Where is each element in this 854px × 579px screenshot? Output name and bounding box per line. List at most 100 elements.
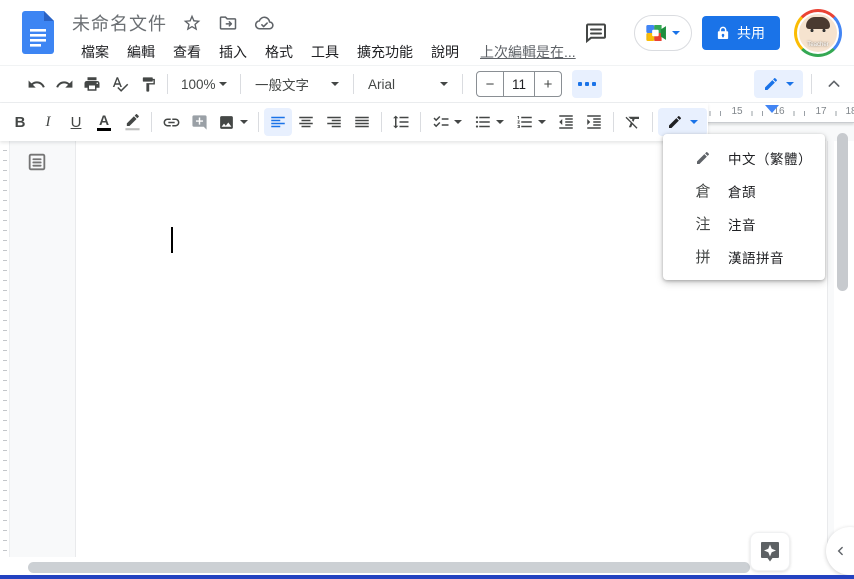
clear-formatting-button[interactable] <box>619 108 647 136</box>
decrease-indent-button[interactable] <box>552 108 580 136</box>
bulleted-list-button[interactable] <box>468 108 510 136</box>
menu-item-zhuyin[interactable]: 注 注音 <box>663 207 825 240</box>
increase-indent-button[interactable] <box>580 108 608 136</box>
align-center-button[interactable] <box>292 108 320 136</box>
checklist-caret-icon <box>454 120 462 124</box>
justify-button[interactable] <box>348 108 376 136</box>
share-button[interactable]: 共用 <box>702 16 780 50</box>
paint-format-button[interactable] <box>134 70 162 98</box>
cangjie-icon: 倉 <box>695 183 711 200</box>
numbered-list-caret-icon <box>538 120 546 124</box>
menu-item-cangjie[interactable]: 倉 倉頡 <box>663 174 825 207</box>
indent-marker[interactable] <box>765 105 779 113</box>
insert-link-button[interactable] <box>157 108 185 136</box>
menu-item-hanyu-pinyin[interactable]: 拼 漢語拼音 <box>663 240 825 273</box>
google-meet-icon <box>646 25 667 41</box>
docs-logo-icon[interactable] <box>22 11 54 55</box>
account-avatar[interactable]: Teacher <box>794 9 842 57</box>
menu-view[interactable]: 查看 <box>164 40 210 64</box>
redo-button[interactable] <box>50 70 78 98</box>
undo-button[interactable] <box>22 70 50 98</box>
toolbar-row-1: 100% 一般文字 Arial − 11 + <box>0 66 854 103</box>
italic-button[interactable]: I <box>34 108 62 136</box>
chevron-left-icon <box>837 546 843 556</box>
menu-file[interactable]: 檔案 <box>72 40 118 64</box>
pinyin-icon: 拼 <box>695 249 711 266</box>
decrease-font-size-button[interactable]: − <box>477 72 503 96</box>
menu-edit[interactable]: 編輯 <box>118 40 164 64</box>
image-caret-icon <box>240 120 248 124</box>
horizontal-scrollbar-thumb[interactable] <box>28 562 750 573</box>
input-tools-caret-icon <box>690 120 698 124</box>
font-value: Arial <box>368 76 396 92</box>
avatar-label: Teacher <box>807 42 829 48</box>
menu-extensions[interactable]: 擴充功能 <box>348 40 422 64</box>
menu-item-label: 倉頡 <box>728 184 756 200</box>
bold-button[interactable]: B <box>6 108 34 136</box>
menu-insert[interactable]: 插入 <box>210 40 256 64</box>
pencil-icon <box>763 76 779 92</box>
join-meet-button[interactable] <box>634 15 692 51</box>
input-tools-menu: 中文（繁體） 倉 倉頡 注 注音 拼 漢語拼音 <box>663 134 825 280</box>
underline-button[interactable]: U <box>62 108 90 136</box>
text-color-letter: A <box>96 113 112 131</box>
insert-image-button[interactable] <box>213 108 253 136</box>
vertical-scrollbar-thumb[interactable] <box>837 133 848 291</box>
paragraph-style-select[interactable]: 一般文字 <box>246 70 348 98</box>
move-to-folder-icon[interactable] <box>217 12 239 34</box>
ruler-mark-18: 18 <box>843 106 854 117</box>
document-status-cloud-icon[interactable] <box>253 12 275 34</box>
explore-button[interactable] <box>750 532 790 571</box>
bulleted-list-caret-icon <box>496 120 504 124</box>
star-icon[interactable] <box>181 12 203 34</box>
align-right-button[interactable] <box>320 108 348 136</box>
font-size-value[interactable]: 11 <box>503 72 535 96</box>
numbered-list-button[interactable] <box>510 108 552 136</box>
menu-tools[interactable]: 工具 <box>302 40 348 64</box>
menu-item-chinese-traditional[interactable]: 中文（繁體） <box>663 141 825 174</box>
menu-item-label: 漢語拼音 <box>728 250 784 266</box>
font-caret-icon <box>440 82 448 86</box>
toolbar-more-button[interactable] <box>572 70 602 98</box>
meet-dropdown-caret-icon <box>672 31 680 35</box>
explore-sparkle-icon <box>761 541 779 561</box>
increase-font-size-button[interactable]: + <box>535 72 561 96</box>
open-comment-history-button[interactable] <box>576 13 616 53</box>
lock-icon <box>717 26 729 40</box>
avatar-photo: Teacher <box>797 12 839 54</box>
hide-menus-button[interactable] <box>820 70 848 98</box>
vertical-ruler <box>0 141 10 579</box>
menu-bar: 檔案 編輯 查看 插入 格式 工具 擴充功能 說明 上次編輯是在... <box>72 40 576 64</box>
add-comment-button[interactable] <box>185 108 213 136</box>
font-select[interactable]: Arial <box>359 70 457 98</box>
google-docs-window: 未命名文件 檔案 編輯 查看 插入 格式 工具 擴充功能 說明 上次編輯是在..… <box>0 0 854 579</box>
pencil-icon <box>667 114 683 130</box>
print-button[interactable] <box>78 70 106 98</box>
share-button-label: 共用 <box>737 25 765 41</box>
line-spacing-button[interactable] <box>387 108 415 136</box>
highlight-color-button[interactable] <box>118 108 146 136</box>
zhuyin-icon: 注 <box>695 216 711 233</box>
last-edit-link[interactable]: 上次編輯是在... <box>480 42 576 62</box>
zoom-caret-icon <box>219 82 227 86</box>
toolbar-row-2: B I U A <box>0 103 708 141</box>
editing-mode-button[interactable] <box>754 70 803 98</box>
document-title[interactable]: 未命名文件 <box>72 10 167 36</box>
align-left-button[interactable] <box>264 108 292 136</box>
menu-help[interactable]: 說明 <box>422 40 468 64</box>
pencil-icon <box>691 150 715 166</box>
editing-mode-caret-icon <box>786 82 794 86</box>
checklist-button[interactable] <box>426 108 468 136</box>
font-size-control: − 11 + <box>476 71 562 97</box>
spell-check-button[interactable] <box>106 70 134 98</box>
paragraph-style-value: 一般文字 <box>255 78 309 93</box>
menu-item-label: 注音 <box>728 217 756 233</box>
show-document-outline-button[interactable] <box>24 149 50 175</box>
input-tools-button[interactable] <box>658 108 707 136</box>
text-color-button[interactable]: A <box>90 108 118 136</box>
zoom-select[interactable]: 100% <box>173 70 235 98</box>
menu-format[interactable]: 格式 <box>256 40 302 64</box>
ruler-mark-17: 17 <box>813 106 829 117</box>
text-cursor <box>171 227 173 253</box>
zoom-value: 100% <box>181 76 216 92</box>
